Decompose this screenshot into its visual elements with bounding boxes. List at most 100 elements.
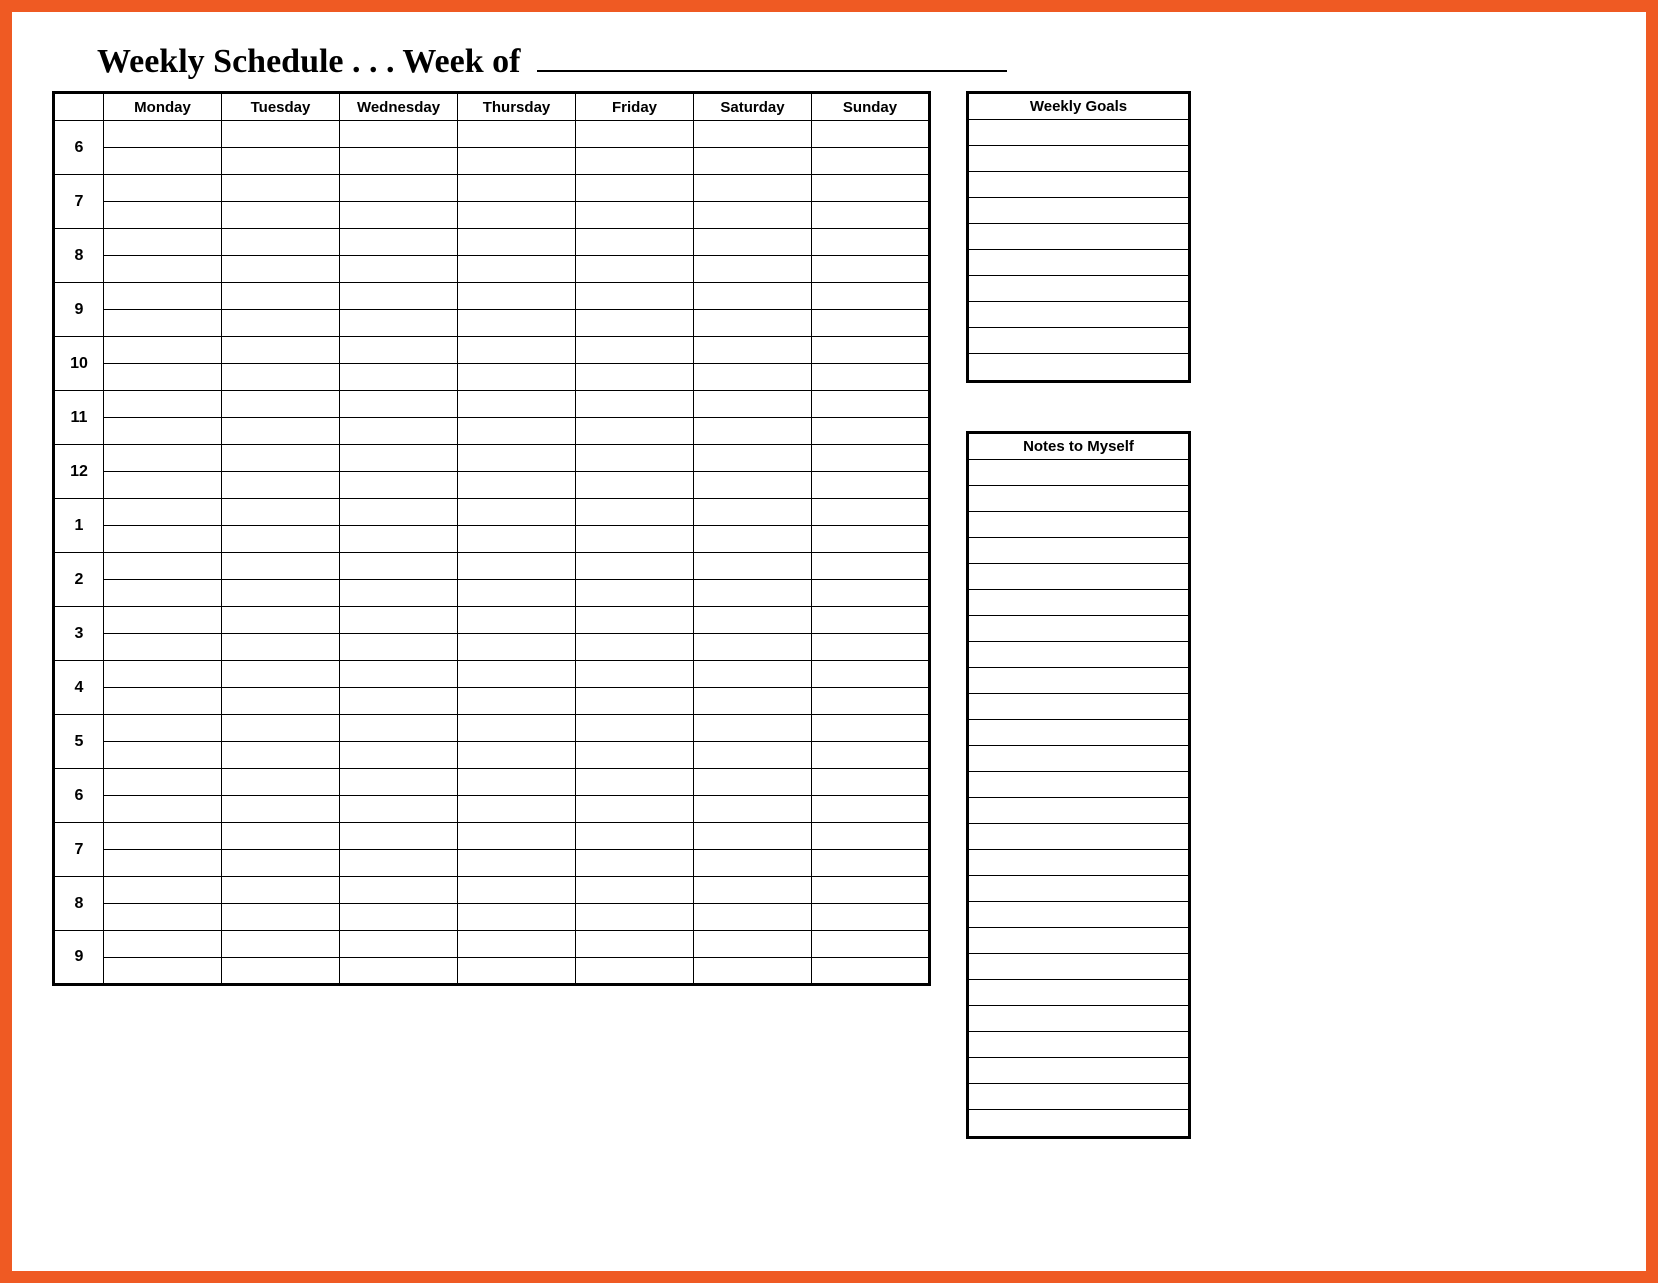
schedule-cell[interactable] <box>812 877 930 904</box>
notes-line[interactable] <box>969 538 1188 564</box>
schedule-cell[interactable] <box>812 499 930 526</box>
schedule-cell[interactable] <box>104 148 222 175</box>
schedule-cell[interactable] <box>576 796 694 823</box>
notes-line[interactable] <box>969 746 1188 772</box>
schedule-cell[interactable] <box>340 526 458 553</box>
schedule-cell[interactable] <box>340 202 458 229</box>
schedule-cell[interactable] <box>694 796 812 823</box>
schedule-cell[interactable] <box>104 904 222 931</box>
notes-line[interactable] <box>969 590 1188 616</box>
schedule-cell[interactable] <box>340 634 458 661</box>
schedule-cell[interactable] <box>576 850 694 877</box>
schedule-cell[interactable] <box>222 148 340 175</box>
schedule-cell[interactable] <box>694 337 812 364</box>
schedule-cell[interactable] <box>104 283 222 310</box>
schedule-cell[interactable] <box>812 553 930 580</box>
goals-line[interactable] <box>969 224 1188 250</box>
schedule-cell[interactable] <box>222 499 340 526</box>
schedule-cell[interactable] <box>576 931 694 958</box>
goals-line[interactable] <box>969 354 1188 380</box>
schedule-cell[interactable] <box>576 607 694 634</box>
notes-line[interactable] <box>969 1110 1188 1136</box>
schedule-cell[interactable] <box>576 823 694 850</box>
schedule-cell[interactable] <box>576 445 694 472</box>
schedule-cell[interactable] <box>812 391 930 418</box>
schedule-cell[interactable] <box>458 283 576 310</box>
schedule-cell[interactable] <box>576 904 694 931</box>
schedule-cell[interactable] <box>104 121 222 148</box>
schedule-cell[interactable] <box>458 337 576 364</box>
schedule-cell[interactable] <box>104 580 222 607</box>
schedule-cell[interactable] <box>458 175 576 202</box>
schedule-cell[interactable] <box>812 715 930 742</box>
schedule-cell[interactable] <box>340 499 458 526</box>
schedule-cell[interactable] <box>458 661 576 688</box>
schedule-cell[interactable] <box>812 796 930 823</box>
schedule-cell[interactable] <box>458 445 576 472</box>
schedule-cell[interactable] <box>812 823 930 850</box>
schedule-cell[interactable] <box>222 526 340 553</box>
schedule-cell[interactable] <box>104 175 222 202</box>
schedule-cell[interactable] <box>222 580 340 607</box>
schedule-cell[interactable] <box>340 607 458 634</box>
schedule-cell[interactable] <box>104 661 222 688</box>
schedule-cell[interactable] <box>694 229 812 256</box>
schedule-cell[interactable] <box>812 904 930 931</box>
schedule-cell[interactable] <box>576 337 694 364</box>
schedule-cell[interactable] <box>104 931 222 958</box>
schedule-cell[interactable] <box>458 850 576 877</box>
schedule-cell[interactable] <box>576 418 694 445</box>
schedule-cell[interactable] <box>812 418 930 445</box>
schedule-cell[interactable] <box>812 445 930 472</box>
schedule-cell[interactable] <box>694 283 812 310</box>
notes-line[interactable] <box>969 954 1188 980</box>
schedule-cell[interactable] <box>576 688 694 715</box>
schedule-cell[interactable] <box>576 175 694 202</box>
schedule-cell[interactable] <box>222 607 340 634</box>
schedule-cell[interactable] <box>340 256 458 283</box>
notes-line[interactable] <box>969 824 1188 850</box>
schedule-cell[interactable] <box>104 472 222 499</box>
schedule-cell[interactable] <box>340 229 458 256</box>
schedule-cell[interactable] <box>576 256 694 283</box>
schedule-cell[interactable] <box>812 958 930 985</box>
notes-line[interactable] <box>969 772 1188 798</box>
schedule-cell[interactable] <box>222 202 340 229</box>
schedule-cell[interactable] <box>812 742 930 769</box>
week-of-input-line[interactable] <box>537 42 1007 72</box>
notes-line[interactable] <box>969 1032 1188 1058</box>
schedule-cell[interactable] <box>340 688 458 715</box>
schedule-cell[interactable] <box>576 148 694 175</box>
goals-line[interactable] <box>969 328 1188 354</box>
schedule-cell[interactable] <box>340 931 458 958</box>
schedule-cell[interactable] <box>222 742 340 769</box>
schedule-cell[interactable] <box>694 850 812 877</box>
schedule-cell[interactable] <box>576 661 694 688</box>
schedule-cell[interactable] <box>694 904 812 931</box>
schedule-cell[interactable] <box>222 391 340 418</box>
schedule-cell[interactable] <box>458 256 576 283</box>
schedule-cell[interactable] <box>694 121 812 148</box>
schedule-cell[interactable] <box>458 418 576 445</box>
schedule-cell[interactable] <box>340 337 458 364</box>
schedule-cell[interactable] <box>694 958 812 985</box>
schedule-cell[interactable] <box>458 553 576 580</box>
schedule-cell[interactable] <box>104 769 222 796</box>
schedule-cell[interactable] <box>576 715 694 742</box>
schedule-cell[interactable] <box>812 148 930 175</box>
schedule-cell[interactable] <box>576 121 694 148</box>
schedule-cell[interactable] <box>222 283 340 310</box>
schedule-cell[interactable] <box>104 445 222 472</box>
schedule-cell[interactable] <box>104 256 222 283</box>
schedule-cell[interactable] <box>222 310 340 337</box>
schedule-cell[interactable] <box>812 121 930 148</box>
schedule-cell[interactable] <box>222 850 340 877</box>
schedule-cell[interactable] <box>576 742 694 769</box>
schedule-cell[interactable] <box>576 526 694 553</box>
schedule-cell[interactable] <box>340 877 458 904</box>
schedule-cell[interactable] <box>694 607 812 634</box>
schedule-cell[interactable] <box>576 391 694 418</box>
schedule-cell[interactable] <box>576 202 694 229</box>
schedule-cell[interactable] <box>340 661 458 688</box>
goals-line[interactable] <box>969 120 1188 146</box>
